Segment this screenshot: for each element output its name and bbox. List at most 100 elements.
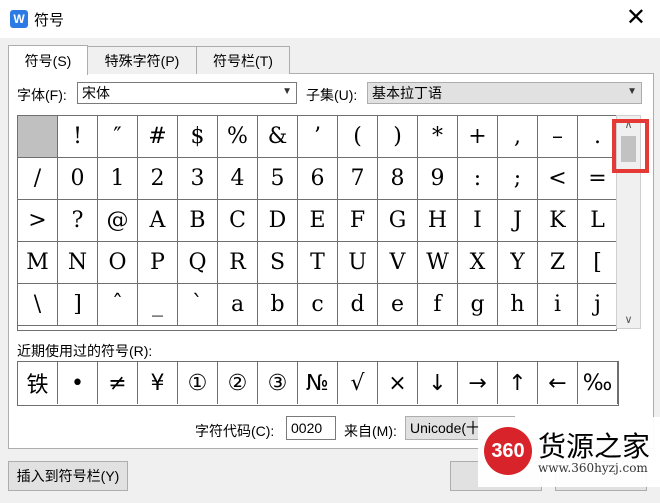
- recent-symbol-cell[interactable]: →: [458, 362, 498, 404]
- recent-symbol-cell[interactable]: ↑: [498, 362, 538, 404]
- recent-symbol-cell[interactable]: №: [298, 362, 338, 404]
- symbol-cell[interactable]: (: [338, 116, 378, 158]
- symbol-cell[interactable]: Q: [178, 242, 218, 284]
- recent-symbol-cell[interactable]: ①: [178, 362, 218, 404]
- symbol-cell[interactable]: h: [498, 284, 538, 326]
- symbol-cell[interactable]: b: [258, 284, 298, 326]
- symbol-cell[interactable]: B: [178, 200, 218, 242]
- watermark: 360 货源之家 www.360hyzj.com: [478, 417, 660, 487]
- recent-label: 近期使用过的符号(R):: [17, 343, 153, 359]
- symbol-cell[interactable]: R: [218, 242, 258, 284]
- symbol-cell[interactable]: I: [458, 200, 498, 242]
- symbol-cell[interactable]: 5: [258, 158, 298, 200]
- tab-symbols[interactable]: 符号(S): [8, 45, 88, 75]
- symbol-cell[interactable]: 0: [58, 158, 98, 200]
- char-code-input[interactable]: 0020: [286, 416, 336, 440]
- symbol-cell[interactable]: Z: [538, 242, 578, 284]
- symbol-cell[interactable]: \: [18, 284, 58, 326]
- symbol-cell[interactable]: 9: [418, 158, 458, 200]
- recent-symbol-cell[interactable]: ②: [218, 362, 258, 404]
- symbol-cell[interactable]: –: [538, 116, 578, 158]
- symbol-cell[interactable]: N: [58, 242, 98, 284]
- symbol-cell[interactable]: a: [218, 284, 258, 326]
- subset-select[interactable]: 基本拉丁语 ▼: [367, 82, 642, 104]
- symbol-cell[interactable]: 4: [218, 158, 258, 200]
- chevron-down-icon[interactable]: ∨: [617, 313, 640, 326]
- symbol-cell[interactable]: ]: [58, 284, 98, 326]
- recent-symbol-cell[interactable]: ×: [378, 362, 418, 404]
- symbol-cell[interactable]: U: [338, 242, 378, 284]
- symbol-cell[interactable]: 7: [338, 158, 378, 200]
- symbol-cell[interactable]: 3: [178, 158, 218, 200]
- symbol-cell[interactable]: @: [98, 200, 138, 242]
- symbol-cell[interactable]: S: [258, 242, 298, 284]
- symbol-cell[interactable]: _: [138, 284, 178, 326]
- symbol-cell[interactable]: `: [178, 284, 218, 326]
- symbol-cell[interactable]: O: [98, 242, 138, 284]
- symbol-cell[interactable]: F: [338, 200, 378, 242]
- symbol-cell[interactable]: D: [258, 200, 298, 242]
- font-select-value: 宋体: [82, 85, 110, 101]
- symbol-cell[interactable]: K: [538, 200, 578, 242]
- symbol-cell[interactable]: i: [538, 284, 578, 326]
- symbol-cell[interactable]: G: [378, 200, 418, 242]
- symbol-cell[interactable]: W: [418, 242, 458, 284]
- symbol-cell[interactable]: Y: [498, 242, 538, 284]
- symbol-cell[interactable]: f: [418, 284, 458, 326]
- recent-symbol-cell[interactable]: √: [338, 362, 378, 404]
- symbol-cell[interactable]: >: [18, 200, 58, 242]
- symbol-cell[interactable]: c: [298, 284, 338, 326]
- symbol-cell[interactable]: L: [578, 200, 616, 242]
- insert-to-symbol-bar-button[interactable]: 插入到符号栏(Y): [8, 461, 128, 491]
- symbol-cell[interactable]: [18, 116, 58, 158]
- symbol-cell[interactable]: 6: [298, 158, 338, 200]
- symbol-cell[interactable]: J: [498, 200, 538, 242]
- symbol-cell[interactable]: M: [18, 242, 58, 284]
- tab-special-chars[interactable]: 特殊字符(P): [87, 46, 197, 74]
- symbol-cell[interactable]: C: [218, 200, 258, 242]
- recent-symbol-cell[interactable]: ≠: [98, 362, 138, 404]
- symbol-cell[interactable]: P: [138, 242, 178, 284]
- symbol-cell[interactable]: e: [378, 284, 418, 326]
- symbol-cell[interactable]: 1: [98, 158, 138, 200]
- symbol-cell[interactable]: V: [378, 242, 418, 284]
- symbol-cell[interactable]: d: [338, 284, 378, 326]
- recent-symbol-cell[interactable]: ←: [538, 362, 578, 404]
- symbol-cell[interactable]: 8: [378, 158, 418, 200]
- symbol-cell[interactable]: ″: [98, 116, 138, 158]
- symbol-cell[interactable]: ˆ: [98, 284, 138, 326]
- symbol-cell[interactable]: <: [538, 158, 578, 200]
- symbol-cell[interactable]: g: [458, 284, 498, 326]
- symbol-cell[interactable]: ,: [498, 116, 538, 158]
- symbol-cell[interactable]: 2: [138, 158, 178, 200]
- symbol-cell[interactable]: &: [258, 116, 298, 158]
- symbol-cell[interactable]: [: [578, 242, 616, 284]
- font-select[interactable]: 宋体 ▼: [77, 82, 297, 104]
- symbol-cell[interactable]: A: [138, 200, 178, 242]
- symbol-cell[interactable]: j: [578, 284, 616, 326]
- symbol-cell[interactable]: #: [138, 116, 178, 158]
- symbol-cell[interactable]: /: [18, 158, 58, 200]
- recent-symbol-cell[interactable]: ‰: [578, 362, 618, 404]
- close-icon[interactable]: ✕: [626, 4, 646, 32]
- recent-symbol-cell[interactable]: ③: [258, 362, 298, 404]
- symbol-cell[interactable]: H: [418, 200, 458, 242]
- tab-symbol-bar[interactable]: 符号栏(T): [196, 46, 290, 74]
- symbol-cell[interactable]: *: [418, 116, 458, 158]
- symbol-cell[interactable]: ’: [298, 116, 338, 158]
- recent-symbol-cell[interactable]: ¥: [138, 362, 178, 404]
- symbol-cell[interactable]: %: [218, 116, 258, 158]
- symbol-cell[interactable]: ): [378, 116, 418, 158]
- symbol-cell[interactable]: ?: [58, 200, 98, 242]
- recent-symbol-cell[interactable]: 铁: [18, 362, 58, 404]
- symbol-cell[interactable]: !: [58, 116, 98, 158]
- symbol-cell[interactable]: T: [298, 242, 338, 284]
- symbol-cell[interactable]: +: [458, 116, 498, 158]
- symbol-cell[interactable]: ;: [498, 158, 538, 200]
- recent-symbol-cell[interactable]: •: [58, 362, 98, 404]
- symbol-cell[interactable]: $: [178, 116, 218, 158]
- symbol-cell[interactable]: :: [458, 158, 498, 200]
- recent-symbol-cell[interactable]: ↓: [418, 362, 458, 404]
- symbol-cell[interactable]: E: [298, 200, 338, 242]
- symbol-cell[interactable]: X: [458, 242, 498, 284]
